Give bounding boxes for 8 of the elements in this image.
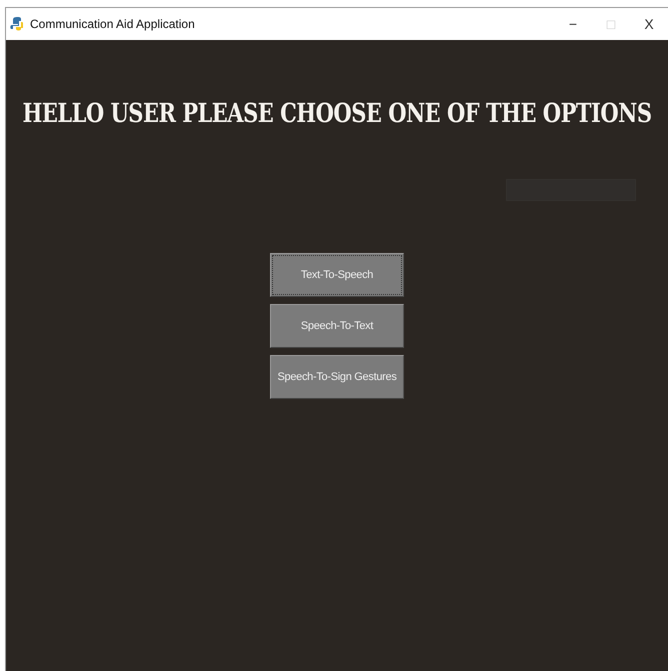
option-button[interactable]: Speech-To-Sign Gestures (270, 355, 404, 399)
minimize-button[interactable]: − (554, 9, 592, 39)
close-button[interactable]: X (630, 9, 668, 39)
option-button[interactable]: Text-To-Speech (270, 253, 404, 297)
option-button[interactable]: Speech-To-Text (270, 304, 404, 348)
window-title: Communication Aid Application (30, 17, 196, 31)
heading: HELLO USER PLEASE CHOOSE ONE OF THE OPTIONS (22, 96, 652, 128)
python-icon (10, 16, 24, 32)
